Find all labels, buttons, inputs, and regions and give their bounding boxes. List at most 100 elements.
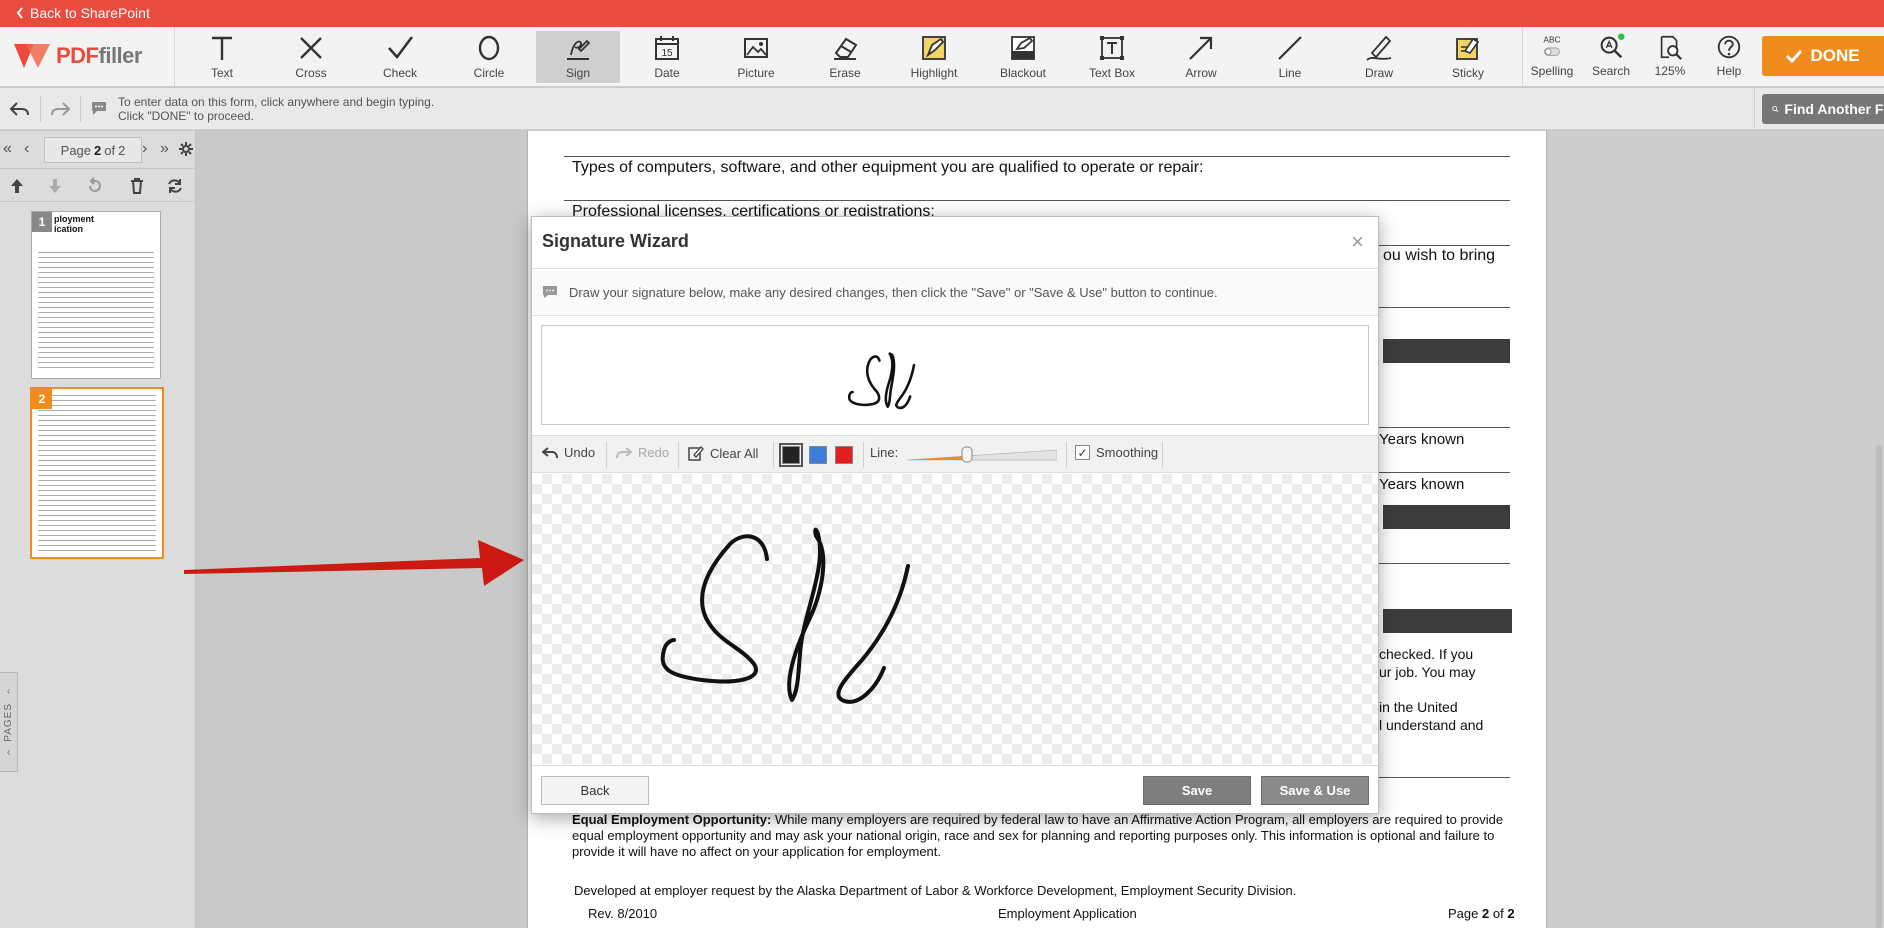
tool-check[interactable]: Check [358, 31, 442, 83]
chevron-left-icon: ‹ [6, 747, 11, 759]
section-header-bar [1383, 339, 1510, 363]
tool-spelling[interactable]: ABC Spelling [1523, 31, 1581, 83]
last-page-icon[interactable]: » [160, 140, 169, 158]
computers-question: Types of computers, software, and other … [572, 159, 1204, 176]
clear-all-button[interactable]: Clear All [688, 445, 758, 461]
tool-arrow[interactable]: Arrow [1159, 31, 1243, 83]
tool-date[interactable]: 15 Date [625, 31, 709, 83]
save-and-use-button[interactable]: Save & Use [1261, 776, 1369, 805]
info-instructions: To enter data on this form, click anywhe… [118, 95, 434, 123]
section-header-bar [1383, 609, 1512, 633]
close-icon[interactable]: × [1351, 229, 1364, 255]
infobar-divider [1754, 88, 1755, 130]
toolbar-divider [174, 27, 175, 87]
help-icon [1717, 35, 1741, 59]
tool-highlight[interactable]: Highlight [892, 31, 976, 83]
pages-tab[interactable]: ‹ PAGES ‹ [0, 672, 18, 772]
move-down-icon[interactable] [46, 177, 64, 195]
tool-zoom[interactable]: 125% [1641, 31, 1699, 83]
pages-tab-label: PAGES [3, 702, 14, 742]
redo-icon[interactable] [48, 98, 72, 120]
signature-toolbar: Undo Redo Clear All Line: ✓ Smoothing [532, 435, 1378, 473]
color-swatch-blue[interactable] [809, 446, 827, 464]
thumbnail-content [38, 252, 154, 372]
smoothing-checkbox[interactable]: ✓ [1075, 445, 1090, 460]
tool-circle-label: Circle [473, 66, 505, 80]
smoothing-toggle[interactable]: ✓ Smoothing [1075, 445, 1158, 460]
move-up-icon[interactable] [8, 177, 26, 195]
tool-check-label: Check [382, 66, 417, 80]
tool-circle[interactable]: Circle [447, 31, 531, 83]
check-icon [388, 36, 414, 60]
infobar-divider [40, 96, 41, 122]
redo-icon [616, 446, 632, 458]
tool-sign[interactable]: Sign [536, 31, 620, 83]
thumbnail-number: 2 [32, 389, 52, 409]
tool-erase[interactable]: Erase [803, 31, 887, 83]
line-width-slider[interactable] [907, 446, 1057, 463]
rotate-icon[interactable] [86, 177, 104, 195]
tool-search[interactable]: Search [1582, 31, 1640, 83]
tool-help[interactable]: Help [1700, 31, 1758, 83]
undo-icon[interactable] [8, 98, 32, 120]
undo-button[interactable]: Undo [542, 445, 595, 460]
vertical-scrollbar[interactable] [1876, 445, 1882, 928]
infobar-divider [80, 96, 81, 122]
developed-note: Developed at employer request by the Ala… [574, 883, 1297, 898]
signature-wizard-dialog: Signature Wizard × Draw your signature b… [531, 216, 1379, 814]
back-button[interactable]: Back [541, 776, 649, 805]
tool-picture[interactable]: Picture [714, 31, 798, 83]
page-thumbnail-2[interactable]: 2 [30, 387, 164, 559]
signature-preview-stroke [847, 352, 916, 410]
doc-text-fragment: l understand and [1379, 717, 1484, 733]
signature-drawing-canvas[interactable] [532, 474, 1378, 764]
spelling-icon: ABC [1543, 34, 1561, 56]
color-swatch-black[interactable] [779, 443, 803, 467]
tool-draw[interactable]: Draw [1337, 31, 1421, 83]
first-page-icon[interactable]: « [3, 140, 12, 158]
refresh-icon[interactable] [166, 177, 184, 195]
years-known-label: Years known [1379, 476, 1465, 493]
dialog-header: Signature Wizard × [532, 217, 1378, 269]
tool-text-box[interactable]: Text Box [1070, 31, 1154, 83]
find-another-form-label: Find Another Fo [1784, 101, 1884, 117]
tool-blackout[interactable]: Blackout [981, 31, 1065, 83]
save-button[interactable]: Save [1143, 776, 1251, 805]
tool-cross[interactable]: Cross [269, 31, 353, 83]
done-button[interactable]: DONE [1762, 36, 1884, 76]
tool-help-label: Help [1716, 64, 1742, 78]
color-swatch-red[interactable] [835, 446, 853, 464]
instructions-text: Draw your signature below, make any desi… [569, 285, 1218, 300]
redo-label: Redo [638, 445, 670, 460]
find-another-form-button[interactable]: Find Another Fo [1762, 94, 1884, 124]
prev-page-icon[interactable]: ‹ [24, 140, 29, 158]
back-to-sharepoint-link[interactable]: Back to SharePoint [16, 5, 150, 21]
tool-text[interactable]: Text [180, 31, 264, 83]
main-toolbar: PDFfiller Text Cross Check Circle Sign 1… [0, 27, 1884, 87]
doc-text-fragment: ou wish to bring [1383, 247, 1496, 264]
tool-cross-label: Cross [295, 66, 327, 80]
next-page-icon[interactable]: › [142, 140, 147, 158]
sticky-icon [1456, 37, 1480, 60]
trash-icon[interactable] [128, 177, 146, 195]
red-callout-arrow-icon [184, 540, 524, 586]
tool-text-box-label: Text Box [1088, 66, 1136, 80]
thumbnail-number: 1 [32, 212, 52, 232]
page-thumbnail-1[interactable]: ployment ication 1 [31, 211, 161, 379]
sign-icon [567, 39, 591, 60]
info-line-1: To enter data on this form, click anywhe… [118, 95, 435, 109]
tool-sticky[interactable]: Sticky [1426, 31, 1510, 83]
footer-page-number: Page 2 of 2 [1448, 906, 1515, 921]
page-indicator: Page 2 of 2 [44, 137, 142, 163]
line-width-label: Line: [870, 445, 899, 460]
tool-line-label: Line [1278, 66, 1302, 80]
redo-button[interactable]: Redo [616, 445, 669, 460]
checkmark-icon [1786, 49, 1803, 63]
toolbar-divider [1066, 442, 1067, 468]
arrow-icon [1189, 36, 1213, 60]
thumbnail-title: ployment ication [54, 214, 95, 234]
gear-icon[interactable] [178, 141, 194, 157]
tool-line[interactable]: Line [1248, 31, 1332, 83]
logo-mark-icon [14, 44, 50, 68]
text-box-icon [1100, 36, 1124, 60]
